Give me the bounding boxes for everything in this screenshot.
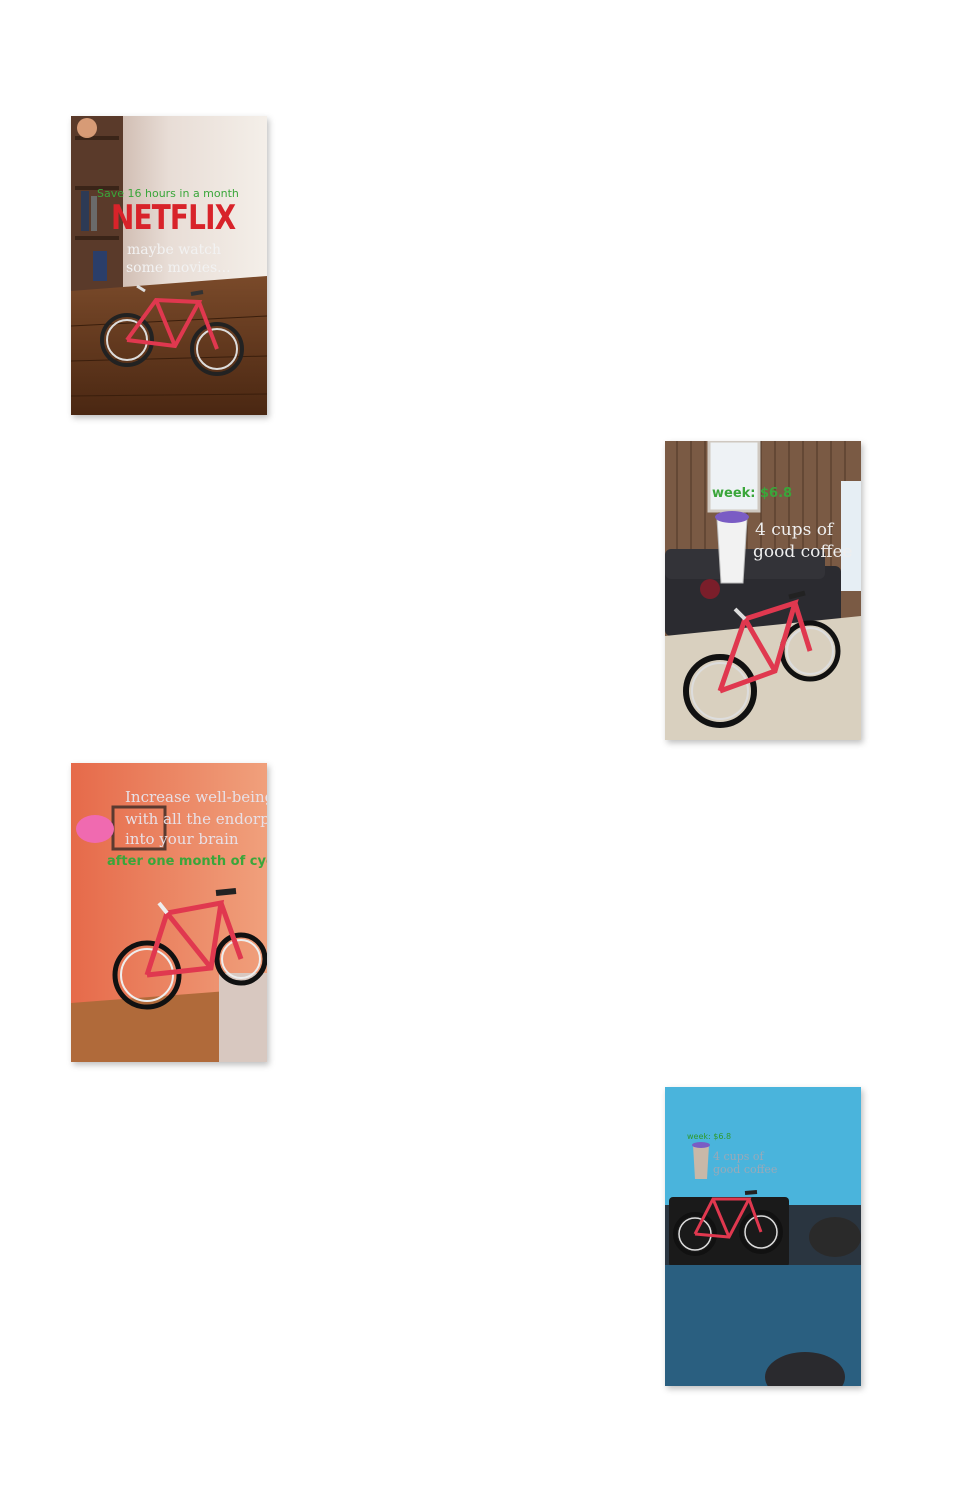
caption-line-3: into your brain [125, 830, 239, 848]
caption-line-2: good coffee [753, 542, 853, 562]
brain-model [76, 815, 114, 843]
weekly-price-text: week: $6.8 [687, 1132, 732, 1141]
orange-room-scene [71, 763, 267, 1062]
netflix-logo-text: NETFLIX [111, 198, 236, 238]
caption-line-1: 4 cups of [713, 1150, 764, 1163]
ar-photo-coffee-desk: week: $6.8 4 cups of good coffee [665, 1087, 861, 1386]
ar-photo-coffee-couch: week: $6.8 4 cups of good coffee [665, 441, 861, 740]
caption-line-1: Increase well-being [125, 788, 267, 806]
coffee-cup-model [715, 511, 749, 584]
caption-line-2: good coffee [713, 1163, 778, 1176]
ar-photo-brain: Increase well-being with all the endorph… [71, 763, 267, 1062]
caption-line-1: maybe watch [127, 242, 222, 258]
after-month-text: after one month of cycling [107, 854, 267, 869]
caption-line-2: with all the endorphins [125, 810, 267, 828]
caption-line-1: 4 cups of [755, 520, 834, 540]
caption-line-2: some movies... [126, 260, 231, 276]
weekly-price-text: week: $6.8 [712, 486, 793, 501]
ar-photo-netflix: Save 16 hours in a month NETFLIX maybe w… [71, 116, 267, 415]
